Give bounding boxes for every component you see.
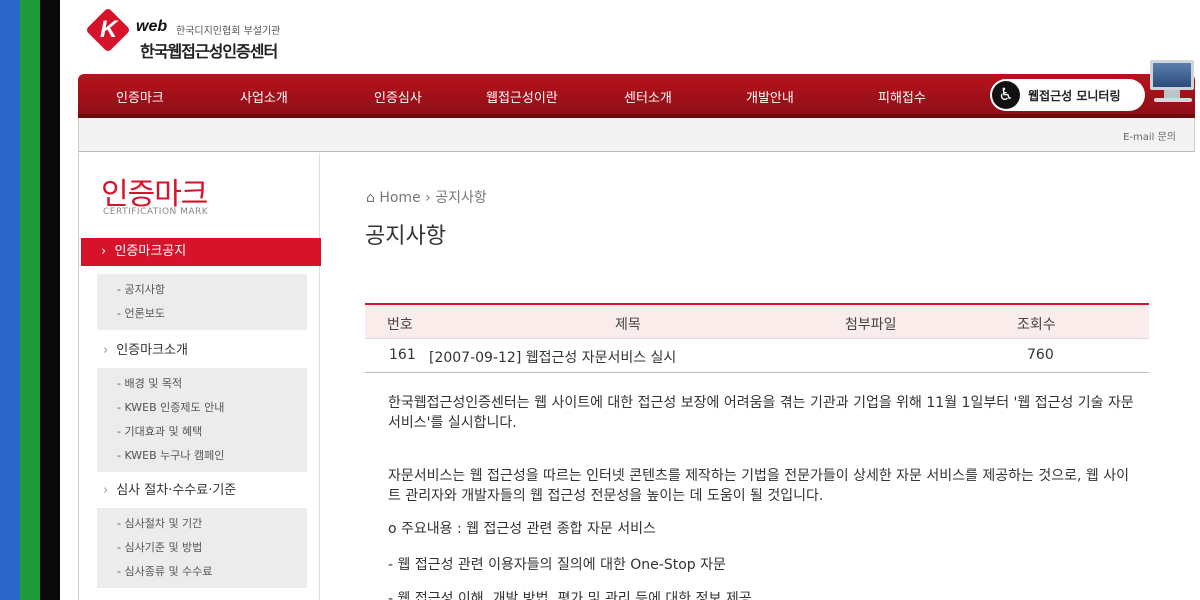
accessibility-monitoring-button[interactable]: ♿ 웹접근성 모니터링 <box>990 79 1145 111</box>
row-views: 760 <box>1027 347 1054 363</box>
breadcrumb-separator: › <box>425 190 431 206</box>
article-paragraph: 자문서비스는 웹 접근성을 따르는 인터넷 콘텐츠를 제작하는 기법을 전문가들… <box>388 468 1129 504</box>
article-paragraph: - 웹 접근성 관련 이용자들의 질의에 대한 One-Stop 자문 <box>388 557 726 573</box>
nav-item-business[interactable]: 사업소개 <box>240 87 288 106</box>
sidebar-submenu-review: - 심사절차 및 기간 - 심사기준 및 방법 - 심사종류 및 수수료 <box>97 508 307 588</box>
chevron-right-icon: › <box>101 244 107 259</box>
left-stripe-green <box>20 0 40 600</box>
sub-bar: E-mail 문의 <box>78 118 1195 152</box>
sidebar-item-benefits[interactable]: - 기대효과 및 혜택 <box>97 420 307 444</box>
wheelchair-icon: ♿ <box>992 81 1020 109</box>
site-logo[interactable]: K web 한국디지인협회 부설기관 한국웹접근성인증센터 <box>80 6 340 62</box>
main-content: ⌂ Home › 공지사항 공지사항 번호 제목 첨부파일 조회수 161 [2… <box>360 153 1160 600</box>
nav-item-web-accessibility[interactable]: 웹접근성이란 <box>486 87 558 106</box>
logo-subtitle: 한국디지인협회 부설기관 <box>176 26 281 37</box>
email-inquiry-link[interactable]: E-mail 문의 <box>1123 128 1176 143</box>
table-header-title: 제목 <box>615 317 641 333</box>
sidebar-item-press[interactable]: - 언론보도 <box>97 302 307 326</box>
logo-k-mark: K <box>85 7 131 54</box>
table-header-attachment: 첨부파일 <box>845 317 897 333</box>
nav-item-development[interactable]: 개발안내 <box>746 87 794 106</box>
chevron-right-icon: › <box>103 483 109 498</box>
article-paragraph: o 주요내용 : 웹 접근성 관련 종합 자문 서비스 <box>388 521 656 537</box>
page-title: 공지사항 <box>365 224 446 249</box>
table-header-number: 번호 <box>387 317 413 333</box>
logo-name: 한국웹접근성인증센터 <box>140 42 278 61</box>
sidebar-item-review-period[interactable]: - 심사절차 및 기간 <box>97 512 307 536</box>
left-stripe-blue <box>0 0 20 600</box>
table-header: 번호 제목 첨부파일 조회수 <box>365 305 1149 339</box>
nav-item-center[interactable]: 센터소개 <box>624 87 672 106</box>
sidebar-submenu-notice: - 공지사항 - 언론보도 <box>97 274 307 330</box>
monitoring-label: 웹접근성 모니터링 <box>1028 89 1121 103</box>
sidebar-item-background[interactable]: - 배경 및 목적 <box>97 372 307 396</box>
breadcrumb: ⌂ Home › 공지사항 <box>366 187 487 207</box>
sidebar-item-campaign[interactable]: - KWEB 누구나 캠페인 <box>97 444 307 468</box>
sidebar-item-review-fees[interactable]: - 심사종류 및 수수료 <box>97 560 307 584</box>
main-nav: 인증마크 사업소개 인증심사 웹접근성이란 센터소개 개발안내 피해접수 ♿ 웹… <box>78 60 1195 118</box>
home-icon[interactable]: ⌂ <box>366 190 375 206</box>
table-header-views: 조회수 <box>1017 317 1056 333</box>
page-frame: K web 한국디지인협회 부설기관 한국웹접근성인증센터 인증마크 사업소개 … <box>60 0 1200 600</box>
computer-icon <box>1148 60 1198 108</box>
breadcrumb-current: 공지사항 <box>435 190 487 206</box>
sidebar-item-mark-intro[interactable]: › 인증마크소개 <box>103 339 188 358</box>
sidebar-active-label: 인증마크공지 <box>114 244 187 259</box>
nav-item-certification-review[interactable]: 인증심사 <box>374 87 422 106</box>
sidebar-item-certification-notice[interactable]: › 인증마크공지 <box>81 238 321 266</box>
sidebar-item-notice[interactable]: - 공지사항 <box>97 278 307 302</box>
article-paragraph: 한국웹접근성인증센터는 웹 사이트에 대한 접근성 보장에 어려움을 겪는 기관… <box>388 395 1134 431</box>
sidebar-submenu-mark-intro: - 배경 및 목적 - KWEB 인증제도 안내 - 기대효과 및 혜택 - K… <box>97 368 307 472</box>
row-number: 161 <box>389 347 416 363</box>
logo-web-text: web <box>136 18 168 35</box>
sidebar-title-en: CERTIFICATION MARK <box>103 207 209 217</box>
left-stripe-black <box>40 0 60 600</box>
sidebar-item-review-procedure[interactable]: › 심사 절차·수수료·기준 <box>103 479 236 498</box>
sidebar-item-kweb-guide[interactable]: - KWEB 인증제도 안내 <box>97 396 307 420</box>
row-title[interactable]: [2007-09-12] 웹접근성 자문서비스 실시 <box>429 347 676 367</box>
nav-item-damage-report[interactable]: 피해접수 <box>878 87 926 106</box>
chevron-right-icon: › <box>103 343 109 358</box>
article-paragraph: - 웹 접근성 이해, 개발 방법, 평가 및 관리 등에 대한 정보 제공 <box>388 591 752 600</box>
table-row[interactable]: 161 [2007-09-12] 웹접근성 자문서비스 실시 760 <box>365 339 1149 373</box>
sidebar: 인증마크 CERTIFICATION MARK › 인증마크공지 - 공지사항 … <box>78 153 321 600</box>
sidebar-item-review-criteria[interactable]: - 심사기준 및 방법 <box>97 536 307 560</box>
nav-item-certification-mark[interactable]: 인증마크 <box>116 87 164 106</box>
breadcrumb-home[interactable]: Home <box>379 190 420 206</box>
